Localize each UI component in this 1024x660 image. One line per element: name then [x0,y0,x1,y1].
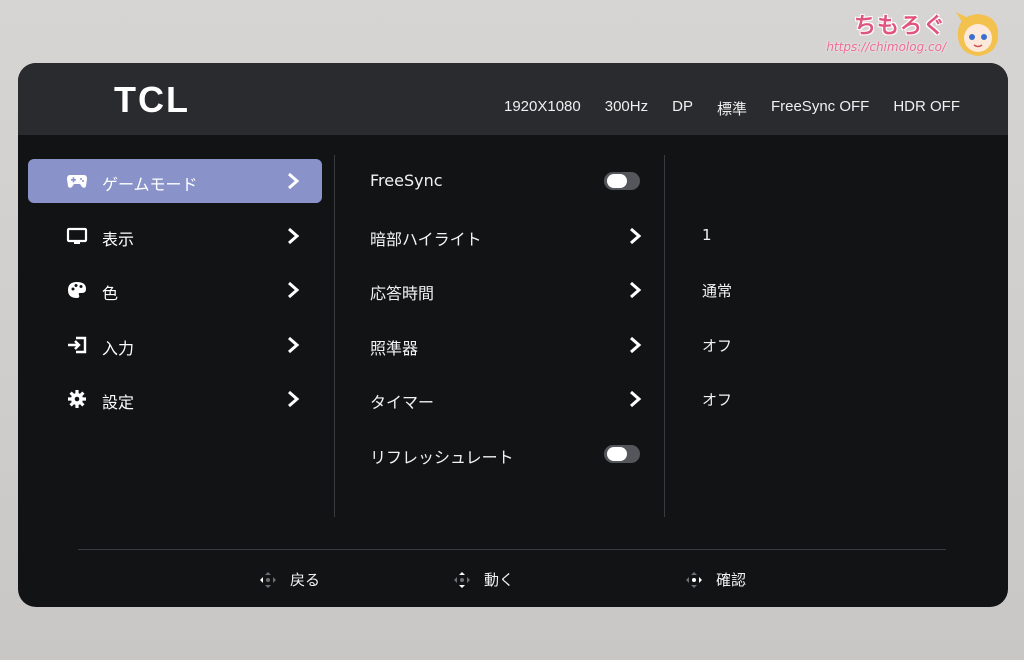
setting-label: 照準器 [370,338,419,358]
value-timer: オフ [702,391,733,409]
setting-crosshair[interactable]: 照準器 [370,323,642,367]
setting-label: FreeSync [370,171,443,190]
joystick-left-icon [260,571,276,588]
game-mode-settings: FreeSync 暗部ハイライト 応答時間 照準器 タイマー リフレッシュレート [370,159,642,486]
chevron-right-icon [630,390,642,408]
osd-header: TCL 1920X1080 300Hz DP 標準 FreeSync OFF H… [18,63,1008,135]
back-hint: 戻る [258,569,320,590]
setting-refresh-rate[interactable]: リフレッシュレート [370,432,640,476]
confirm-label: 確認 [716,571,747,589]
menu-item-color[interactable]: 色 [28,268,322,312]
menu-item-settings[interactable]: 設定 [28,377,322,421]
watermark-url: https://chimolog.co/ [826,40,946,54]
refresh-rate-toggle[interactable] [604,444,640,463]
setting-response-time[interactable]: 応答時間 [370,268,642,312]
osd-footer: 戻る 動く 確認 [18,563,1008,597]
value-refresh-rate [702,432,982,476]
move-label: 動く [484,571,515,589]
menu-item-label: ゲームモード [102,175,198,194]
chevron-right-icon [630,281,642,299]
value-response-time: 通常 [702,282,733,300]
gamepad-icon [67,175,87,188]
menu-item-input[interactable]: 入力 [28,323,322,367]
chevron-right-icon [288,172,300,190]
status-bar: 1920X1080 300Hz DP 標準 FreeSync OFF HDR O… [504,98,960,119]
value-crosshair: オフ [702,336,733,355]
menu-item-label: 色 [102,284,119,303]
input-icon [68,336,87,353]
chevron-right-icon [630,336,642,353]
chevron-right-icon [288,227,300,244]
watermark: ちもろぐ https://chimolog.co/ [808,6,1008,62]
status-picture-mode: 標準 [716,101,747,118]
confirm-hint: 確認 [684,569,746,590]
column-divider [334,155,335,517]
freesync-toggle[interactable] [604,172,640,190]
status-resolution: 1920X1080 [504,98,581,115]
setting-label: 暗部ハイライト [370,229,482,249]
setting-shadow-highlight[interactable]: 暗部ハイライト [370,214,642,258]
back-label: 戻る [290,571,321,589]
footer-divider [78,549,946,550]
menu-item-label: 入力 [102,338,135,358]
value-shadow-highlight: 1 [702,225,712,244]
watermark-title: ちもろぐ [853,14,946,39]
status-hdr: HDR OFF [893,98,960,115]
value-freesync [702,159,982,203]
status-input: DP [672,98,693,115]
chevron-right-icon [288,390,300,408]
joystick-right-icon [686,571,702,588]
setting-label: タイマー [370,393,435,412]
setting-freesync[interactable]: FreeSync [370,159,640,203]
main-menu: ゲームモード 表示 色 入力 設定 [28,159,322,432]
status-freesync: FreeSync OFF [770,98,870,115]
monitor-osd: TCL 1920X1080 300Hz DP 標準 FreeSync OFF H… [18,63,1008,607]
joystick-up-down-icon [454,571,470,588]
tcl-logo: TCL [114,79,190,120]
status-refresh-rate: 300Hz [604,98,649,115]
monitor-icon [66,227,88,244]
menu-item-label: 表示 [102,229,135,249]
setting-label: リフレッシュレート [370,447,514,467]
menu-item-display[interactable]: 表示 [28,214,322,258]
chevron-right-icon [288,336,300,353]
chevron-right-icon [288,281,300,299]
menu-item-game-mode[interactable]: ゲームモード [28,159,322,203]
mascot-icon [956,12,999,56]
setting-values: 1 通常 オフ オフ [702,159,982,486]
setting-label: 応答時間 [370,284,435,303]
move-hint: 動く [452,569,514,590]
setting-timer[interactable]: タイマー [370,377,642,421]
chevron-right-icon [630,227,642,244]
gear-icon [68,390,86,408]
column-divider [664,155,665,517]
menu-item-label: 設定 [102,393,135,412]
palette-icon [68,282,86,298]
